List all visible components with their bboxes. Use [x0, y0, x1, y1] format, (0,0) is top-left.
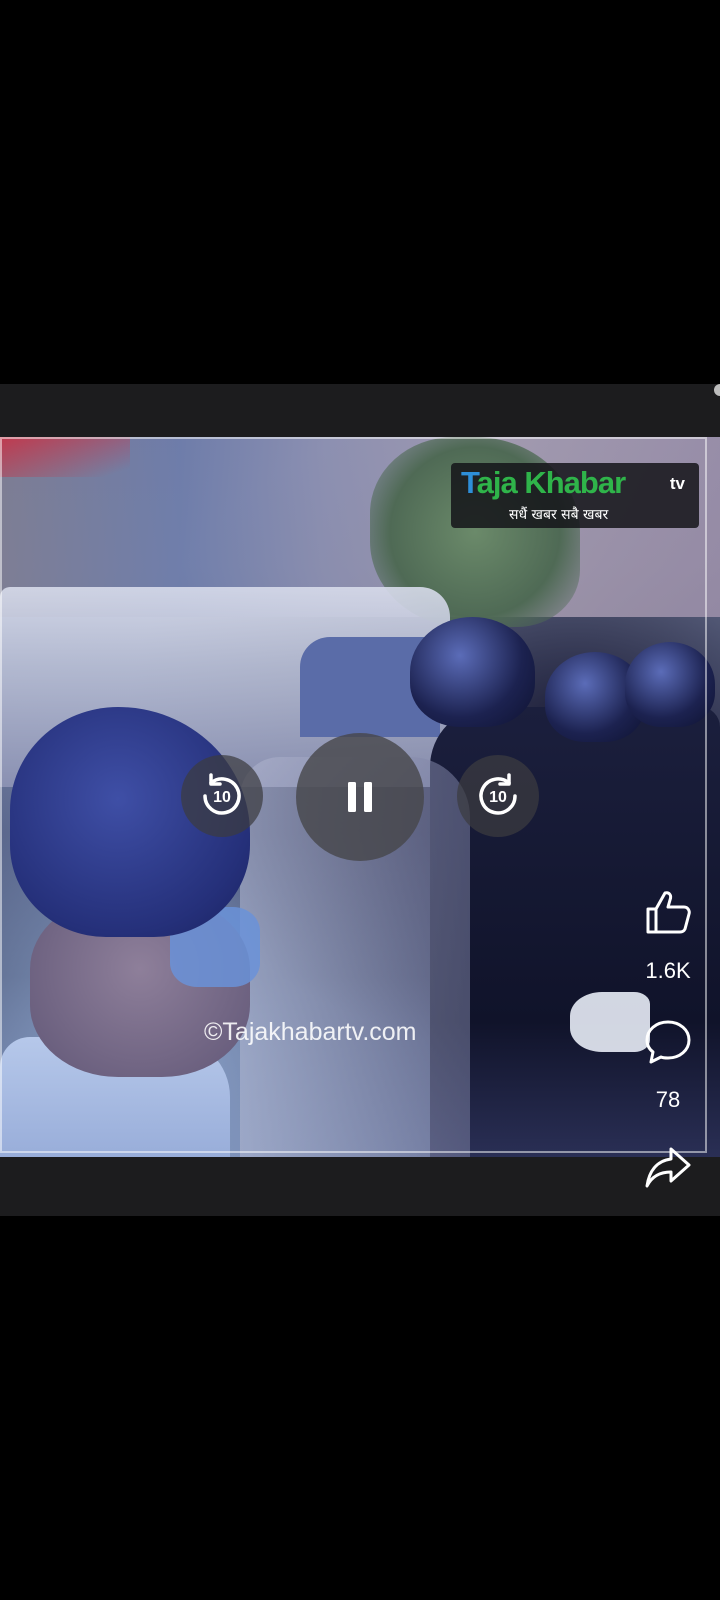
forward-seconds-label: 10 [489, 789, 507, 806]
logo-tv-suffix: tv [669, 474, 685, 493]
share-button[interactable] [640, 1140, 696, 1196]
comment-bubble-icon [645, 1020, 691, 1064]
share-arrow-icon [645, 1147, 691, 1188]
comment-count: 78 [655, 1087, 681, 1112]
logo-brand-initial: T [461, 465, 478, 500]
logo-tagline: सधैं खबर सबै खबर [509, 507, 609, 523]
logo-brand: Taja Khabar [461, 465, 627, 501]
rewind-10-button[interactable]: 10 [181, 755, 263, 837]
video-scene-banner [0, 437, 130, 477]
pause-button[interactable] [296, 733, 424, 861]
video-watermark: ©Tajakhabartv.com [204, 1018, 417, 1046]
thumbs-up-icon [646, 891, 691, 934]
forward-10-button[interactable]: 10 [457, 755, 539, 837]
pause-icon [348, 782, 372, 812]
rewind-seconds-label: 10 [213, 789, 231, 806]
video-scene-helmet [410, 617, 535, 727]
comment-button[interactable] [640, 1014, 696, 1070]
logo-brand-rest: aja Khabar [476, 465, 627, 500]
video-scene-helmet [625, 642, 715, 727]
like-button[interactable] [640, 884, 696, 940]
forward-10-icon: 10 [479, 773, 517, 815]
channel-logo: Taja Khabar tv सधैं खबर सबै खबर [451, 463, 699, 528]
video-scene-megaphone [570, 992, 650, 1052]
replay-10-icon: 10 [203, 773, 241, 815]
scrubber-handle[interactable] [714, 384, 720, 396]
like-count: 1.6K [645, 958, 691, 983]
